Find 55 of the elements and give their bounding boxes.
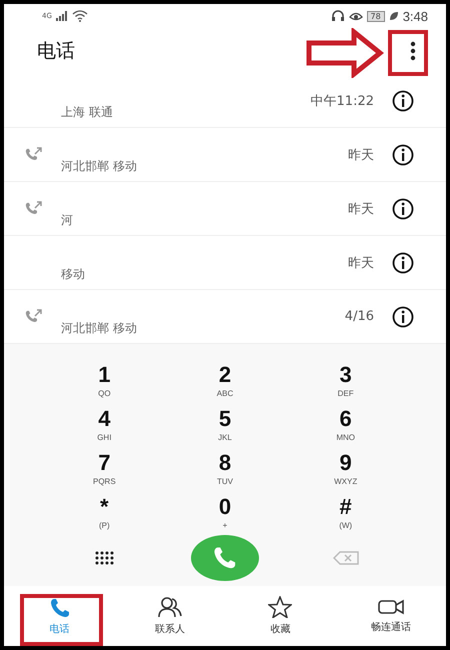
- backspace-icon: [332, 551, 359, 565]
- call-location: 河北邯郸 移动: [61, 320, 138, 337]
- call-time: 昨天: [348, 146, 374, 164]
- info-icon: [392, 144, 414, 166]
- call-time: 4/16: [344, 309, 374, 324]
- call-time: 昨天: [348, 200, 374, 218]
- wifi-icon: [72, 10, 88, 22]
- call-location: 河北邯郸 移动: [61, 158, 138, 175]
- phone-icon: [48, 596, 70, 618]
- call-location: 移动: [61, 266, 86, 283]
- keypad-key[interactable]: 5 JKL: [164, 406, 286, 443]
- info-button[interactable]: [392, 144, 414, 166]
- call-log-row[interactable]: 移动 昨天: [4, 236, 446, 290]
- call-location: 河: [61, 212, 74, 229]
- contacts-icon: [158, 596, 182, 618]
- info-icon: [392, 198, 414, 220]
- app-title: 电话: [37, 39, 75, 64]
- info-icon: [392, 90, 414, 112]
- keypad-key[interactable]: * (P): [44, 494, 165, 531]
- info-button[interactable]: [392, 198, 414, 220]
- clock-time: 3:48: [402, 8, 428, 24]
- dialpad-icon: [94, 551, 114, 565]
- info-button[interactable]: [392, 252, 414, 274]
- keypad-key[interactable]: 6 MNO: [285, 406, 406, 443]
- call-log-row[interactable]: 河北邯郸 移动 昨天: [4, 128, 446, 182]
- info-icon: [392, 252, 414, 274]
- call-log-row[interactable]: 上海 联通 中午11:22: [4, 74, 446, 128]
- leaf-icon: [388, 11, 399, 21]
- headset-icon: [330, 10, 344, 22]
- more-icon: [410, 41, 416, 61]
- info-button[interactable]: [392, 306, 414, 328]
- nav-tab[interactable]: 电话: [4, 586, 114, 646]
- keypad-key[interactable]: 2 ABC: [164, 362, 286, 399]
- info-icon: [392, 306, 414, 328]
- keypad-key[interactable]: 1 QO: [44, 362, 165, 399]
- keypad-key[interactable]: 8 TUV: [164, 450, 286, 487]
- call-log-row[interactable]: 河 昨天: [4, 182, 446, 236]
- info-button[interactable]: [392, 90, 414, 112]
- keypad-key[interactable]: 0 +: [164, 494, 286, 531]
- nav-tab[interactable]: 畅连通话: [336, 586, 446, 646]
- star-icon: [268, 596, 292, 618]
- keypad-key[interactable]: # (W): [285, 494, 406, 531]
- video-call-icon: [378, 598, 404, 616]
- call-time: 昨天: [348, 254, 374, 272]
- keypad-key[interactable]: 3 DEF: [285, 362, 406, 399]
- keypad-key[interactable]: 4 GHI: [44, 406, 165, 443]
- eye-icon: [348, 10, 362, 22]
- keypad-key[interactable]: 9 WXYZ: [285, 450, 406, 487]
- call-location: 上海 联通: [61, 104, 114, 121]
- nav-tab[interactable]: 联系人: [114, 586, 225, 646]
- keypad-key[interactable]: 7 PQRS: [44, 450, 165, 487]
- nav-tab[interactable]: 收藏: [225, 586, 336, 646]
- call-time: 中午11:22: [310, 92, 374, 110]
- battery-level: 78: [366, 10, 385, 22]
- signal-icon: [56, 11, 68, 21]
